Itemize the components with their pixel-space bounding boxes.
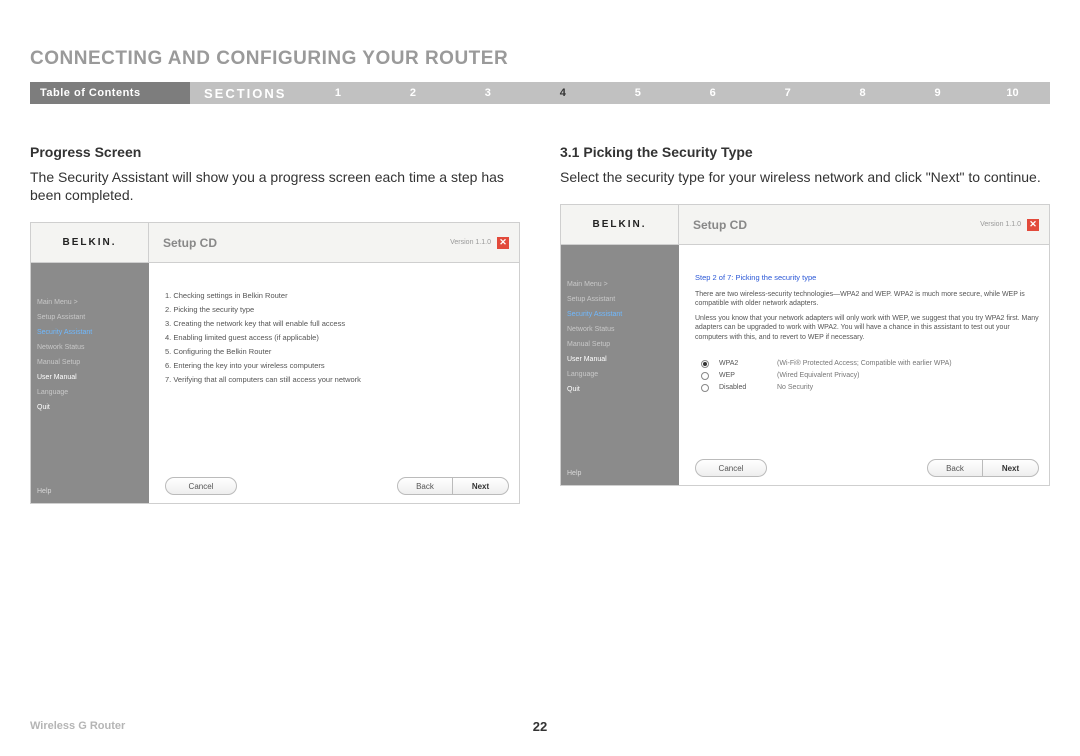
close-icon[interactable]: ✕ [497,237,509,249]
sidebar-item-quit[interactable]: Quit [37,404,143,411]
page-number: 22 [533,719,547,734]
back-button[interactable]: Back [398,478,453,494]
section-link-8[interactable]: 8 [825,87,900,99]
progress-step-3: 3. Creating the network key that will en… [165,319,509,328]
progress-step-1: 1. Checking settings in Belkin Router [165,291,509,300]
back-next-buttons: Back Next [397,477,509,495]
toc-link[interactable]: Table of Contents [30,82,190,104]
next-button[interactable]: Next [983,460,1038,476]
step-indicator: Step 2 of 7: Picking the security type [695,273,1039,282]
sidebar-item-language[interactable]: Language [37,389,143,396]
option-wep[interactable]: WEP (Wired Equivalent Privacy) [701,372,1039,380]
radio-icon[interactable] [701,384,709,392]
section-link-5[interactable]: 5 [600,87,675,99]
section-link-7[interactable]: 7 [750,87,825,99]
section-link-3[interactable]: 3 [450,87,525,99]
option-desc: No Security [777,384,813,391]
page-footer: Wireless G Router 22 [30,720,1050,732]
version-label: Version 1.1.0 [980,221,1021,228]
close-icon[interactable]: ✕ [1027,219,1039,231]
sidebar-item-security-assistant[interactable]: Security Assistant [567,311,673,318]
option-disabled[interactable]: Disabled No Security [701,384,1039,392]
brand-logo: BELKIN. [561,205,679,244]
left-body: The Security Assistant will show you a p… [30,168,520,204]
product-name: Wireless G Router [30,720,125,732]
option-label: WPA2 [719,360,767,367]
sidebar-item-network-status[interactable]: Network Status [37,344,143,351]
progress-window: BELKIN. Setup CD Version 1.1.0 ✕ Main Me… [30,222,520,504]
description-2: Unless you know that your network adapte… [695,314,1039,341]
section-link-9[interactable]: 9 [900,87,975,99]
brand-logo: BELKIN. [31,223,149,262]
sidebar-item-quit[interactable]: Quit [567,386,673,393]
next-button[interactable]: Next [453,478,508,494]
progress-step-7: 7. Verifying that all computers can stil… [165,375,509,384]
window-title: Setup CD [149,223,450,262]
back-button[interactable]: Back [928,460,983,476]
right-body: Select the security type for your wirele… [560,168,1050,186]
sidebar-item-main-menu[interactable]: Main Menu > [567,281,673,288]
sidebar-item-help[interactable]: Help [37,488,51,495]
cancel-button[interactable]: Cancel [165,477,237,495]
section-link-6[interactable]: 6 [675,87,750,99]
option-desc: (Wired Equivalent Privacy) [777,372,859,379]
section-link-2[interactable]: 2 [375,87,450,99]
radio-icon[interactable] [701,372,709,380]
sidebar-item-security-assistant[interactable]: Security Assistant [37,329,143,336]
sidebar-item-help[interactable]: Help [567,470,581,477]
progress-step-2: 2. Picking the security type [165,305,509,314]
sidebar-item-setup-assistant[interactable]: Setup Assistant [567,296,673,303]
sidebar-item-manual-setup[interactable]: Manual Setup [567,341,673,348]
sidebar-item-user-manual[interactable]: User Manual [37,374,143,381]
cancel-button[interactable]: Cancel [695,459,767,477]
section-navbar: Table of Contents SECTIONS 1 2 3 4 5 6 7… [30,82,1050,104]
sidebar-item-manual-setup[interactable]: Manual Setup [37,359,143,366]
right-heading: 3.1 Picking the Security Type [560,144,1050,160]
sidebar-item-language[interactable]: Language [567,371,673,378]
section-link-10[interactable]: 10 [975,87,1050,99]
progress-step-6: 6. Entering the key into your wireless c… [165,361,509,370]
option-wpa2[interactable]: WPA2 (Wi-Fi® Protected Access; Compatibl… [701,360,1039,368]
sidebar-item-main-menu[interactable]: Main Menu > [37,299,143,306]
sections-label: SECTIONS [190,82,300,104]
option-desc: (Wi-Fi® Protected Access; Compatible wit… [777,360,952,367]
section-numbers: 1 2 3 4 5 6 7 8 9 10 [300,82,1050,104]
section-link-4[interactable]: 4 [525,87,600,99]
sidebar: Main Menu > Setup Assistant Security Ass… [31,263,149,503]
window-title: Setup CD [679,205,980,244]
sidebar-item-setup-assistant[interactable]: Setup Assistant [37,314,143,321]
option-label: WEP [719,372,767,379]
sidebar-item-user-manual[interactable]: User Manual [567,356,673,363]
section-link-1[interactable]: 1 [300,87,375,99]
progress-step-4: 4. Enabling limited guest access (if app… [165,333,509,342]
page-title: CONNECTING AND CONFIGURING YOUR ROUTER [30,48,1050,70]
description-1: There are two wireless-security technolo… [695,290,1039,308]
version-label: Version 1.1.0 [450,239,491,246]
left-heading: Progress Screen [30,144,520,160]
sidebar-item-network-status[interactable]: Network Status [567,326,673,333]
back-next-buttons: Back Next [927,459,1039,477]
sidebar: Main Menu > Setup Assistant Security Ass… [561,245,679,485]
radio-icon[interactable] [701,360,709,368]
option-label: Disabled [719,384,767,391]
security-type-window: BELKIN. Setup CD Version 1.1.0 ✕ Main Me… [560,204,1050,486]
progress-step-5: 5. Configuring the Belkin Router [165,347,509,356]
